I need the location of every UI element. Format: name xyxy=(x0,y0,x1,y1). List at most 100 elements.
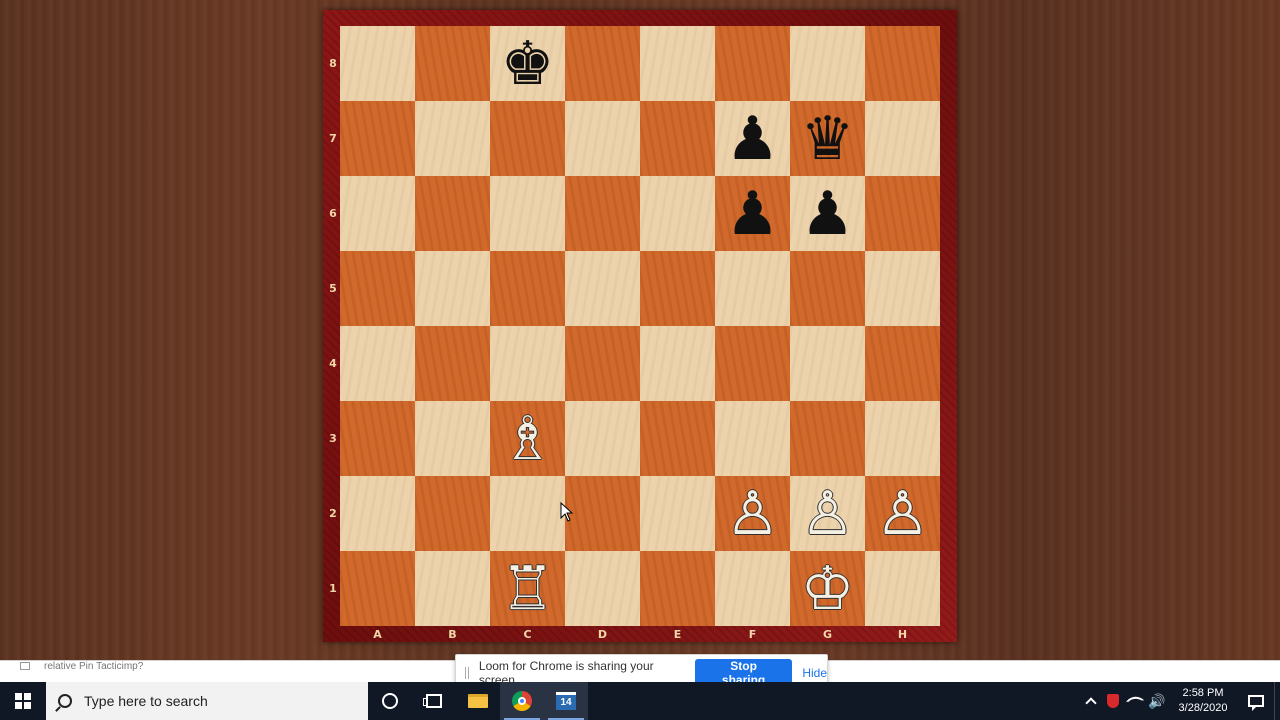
square-c6[interactable] xyxy=(490,176,565,251)
square-e3[interactable] xyxy=(640,401,715,476)
rank-label: 5 xyxy=(329,282,337,295)
square-f3[interactable] xyxy=(715,401,790,476)
square-f7[interactable]: ♟ xyxy=(715,101,790,176)
square-e8[interactable] xyxy=(640,26,715,101)
black-queen-icon[interactable]: ♛ xyxy=(801,109,855,169)
browser-tab-title[interactable]: relative Pin Tacticimp? xyxy=(44,661,143,672)
square-a2[interactable] xyxy=(340,476,415,551)
square-c2[interactable] xyxy=(490,476,565,551)
task-view-button[interactable] xyxy=(412,682,456,720)
square-d5[interactable] xyxy=(565,251,640,326)
square-e4[interactable] xyxy=(640,326,715,401)
file-explorer-button[interactable] xyxy=(456,682,500,720)
square-a4[interactable] xyxy=(340,326,415,401)
square-g2[interactable]: ♙ xyxy=(790,476,865,551)
square-b3[interactable] xyxy=(415,401,490,476)
square-b6[interactable] xyxy=(415,176,490,251)
hide-link[interactable]: Hide xyxy=(802,666,827,680)
square-b7[interactable] xyxy=(415,101,490,176)
square-a5[interactable] xyxy=(340,251,415,326)
square-d2[interactable] xyxy=(565,476,640,551)
square-g7[interactable]: ♛ xyxy=(790,101,865,176)
square-g8[interactable] xyxy=(790,26,865,101)
square-e2[interactable] xyxy=(640,476,715,551)
square-e7[interactable] xyxy=(640,101,715,176)
square-f6[interactable]: ♟ xyxy=(715,176,790,251)
square-b8[interactable] xyxy=(415,26,490,101)
square-f1[interactable] xyxy=(715,551,790,626)
network-tray-button[interactable] xyxy=(1124,682,1146,720)
square-b5[interactable] xyxy=(415,251,490,326)
square-d4[interactable] xyxy=(565,326,640,401)
square-c8[interactable]: ♚ xyxy=(490,26,565,101)
square-d3[interactable] xyxy=(565,401,640,476)
square-d1[interactable] xyxy=(565,551,640,626)
square-h1[interactable] xyxy=(865,551,940,626)
show-desktop-button[interactable] xyxy=(1274,682,1280,720)
start-button[interactable] xyxy=(0,682,46,720)
black-pawn-icon[interactable]: ♟ xyxy=(801,184,855,244)
clock-time: 2:58 PM xyxy=(1182,687,1224,699)
white-pawn-icon[interactable]: ♙ xyxy=(876,484,930,544)
square-f8[interactable] xyxy=(715,26,790,101)
square-a8[interactable] xyxy=(340,26,415,101)
square-g6[interactable]: ♟ xyxy=(790,176,865,251)
square-e1[interactable] xyxy=(640,551,715,626)
taskbar-clock[interactable]: 2:58 PM 3/28/2020 xyxy=(1168,686,1238,716)
square-e6[interactable] xyxy=(640,176,715,251)
white-pawn-icon[interactable]: ♙ xyxy=(801,484,855,544)
white-bishop-icon[interactable]: ♗ xyxy=(501,409,555,469)
chessboard[interactable]: ♚ ♟ ♛ ♟ ♟ ♗ ♙ ♙ ♙ ♖ ♔ xyxy=(340,26,940,626)
rank-label: 3 xyxy=(329,432,337,445)
square-a3[interactable] xyxy=(340,401,415,476)
action-center-button[interactable] xyxy=(1238,682,1274,720)
square-f2[interactable]: ♙ xyxy=(715,476,790,551)
cortana-button[interactable] xyxy=(368,682,412,720)
square-h6[interactable] xyxy=(865,176,940,251)
square-c1[interactable]: ♖ xyxy=(490,551,565,626)
square-a1[interactable] xyxy=(340,551,415,626)
black-pawn-icon[interactable]: ♟ xyxy=(726,109,780,169)
square-h5[interactable] xyxy=(865,251,940,326)
square-d6[interactable] xyxy=(565,176,640,251)
square-g5[interactable] xyxy=(790,251,865,326)
square-h3[interactable] xyxy=(865,401,940,476)
square-e5[interactable] xyxy=(640,251,715,326)
square-a6[interactable] xyxy=(340,176,415,251)
square-f4[interactable] xyxy=(715,326,790,401)
rank-label: 4 xyxy=(329,357,337,370)
square-f5[interactable] xyxy=(715,251,790,326)
square-d8[interactable] xyxy=(565,26,640,101)
chrome-button[interactable] xyxy=(500,682,544,720)
square-c3[interactable]: ♗ xyxy=(490,401,565,476)
square-b1[interactable] xyxy=(415,551,490,626)
security-tray-button[interactable] xyxy=(1102,682,1124,720)
volume-tray-button[interactable]: 🔊 xyxy=(1146,682,1168,720)
black-king-icon[interactable]: ♚ xyxy=(501,34,555,94)
square-g4[interactable] xyxy=(790,326,865,401)
white-pawn-icon[interactable]: ♙ xyxy=(726,484,780,544)
drag-handle-icon[interactable] xyxy=(465,667,469,679)
square-g1[interactable]: ♔ xyxy=(790,551,865,626)
square-h2[interactable]: ♙ xyxy=(865,476,940,551)
speaker-icon: 🔊 xyxy=(1148,692,1166,709)
square-c5[interactable] xyxy=(490,251,565,326)
black-pawn-icon[interactable]: ♟ xyxy=(726,184,780,244)
square-d7[interactable] xyxy=(565,101,640,176)
taskbar-search-box[interactable]: Type here to search xyxy=(46,682,368,720)
square-h8[interactable] xyxy=(865,26,940,101)
white-king-icon[interactable]: ♔ xyxy=(801,559,855,619)
square-h7[interactable] xyxy=(865,101,940,176)
calendar-app-button[interactable]: 14 xyxy=(544,682,588,720)
folder-icon xyxy=(468,694,488,708)
square-b2[interactable] xyxy=(415,476,490,551)
white-rook-icon[interactable]: ♖ xyxy=(501,559,555,619)
square-c4[interactable] xyxy=(490,326,565,401)
square-c7[interactable] xyxy=(490,101,565,176)
square-a7[interactable] xyxy=(340,101,415,176)
square-b4[interactable] xyxy=(415,326,490,401)
square-g3[interactable] xyxy=(790,401,865,476)
windows-taskbar: Type here to search 14 🔊 2:58 PM 3/28/20… xyxy=(0,682,1280,720)
square-h4[interactable] xyxy=(865,326,940,401)
show-hidden-icons-button[interactable] xyxy=(1080,682,1102,720)
